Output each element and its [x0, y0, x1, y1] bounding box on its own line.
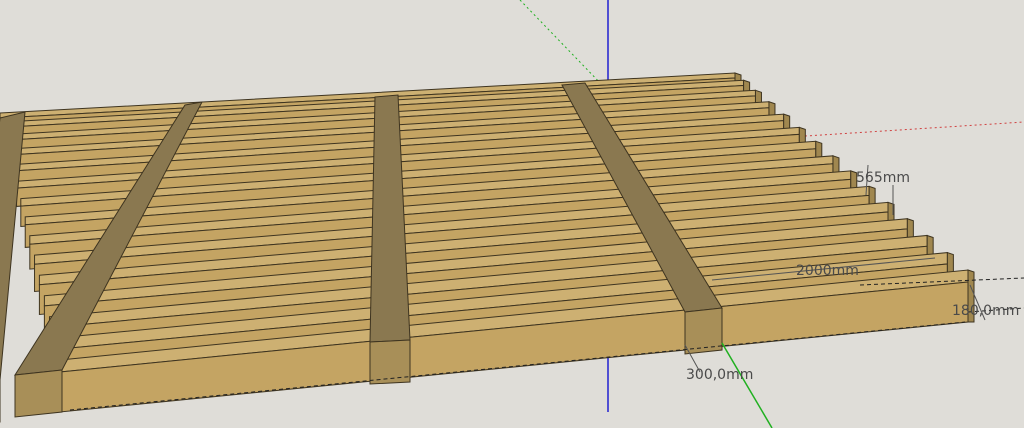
beam-front-face: [684, 307, 723, 355]
green-axis-dotted: [519, 0, 606, 89]
beam-front-face: [14, 369, 63, 418]
dimension-height-label: 180,0mm: [952, 303, 1020, 319]
model-canvas[interactable]: [0, 0, 1024, 428]
beam-top: [0, 111, 26, 381]
green-axis: [721, 342, 773, 428]
dimension-width-label: 300,0mm: [686, 367, 754, 383]
dimension-length-label: 2000mm: [796, 263, 859, 279]
red-axis-dotted: [789, 121, 1024, 138]
3d-viewport[interactable]: 565mm 2000mm 180,0mm 300,0mm: [0, 0, 1024, 428]
dimension-spacing-label: 565mm: [856, 170, 910, 186]
slats: [0, 72, 975, 413]
beam-front-face: [369, 339, 411, 385]
